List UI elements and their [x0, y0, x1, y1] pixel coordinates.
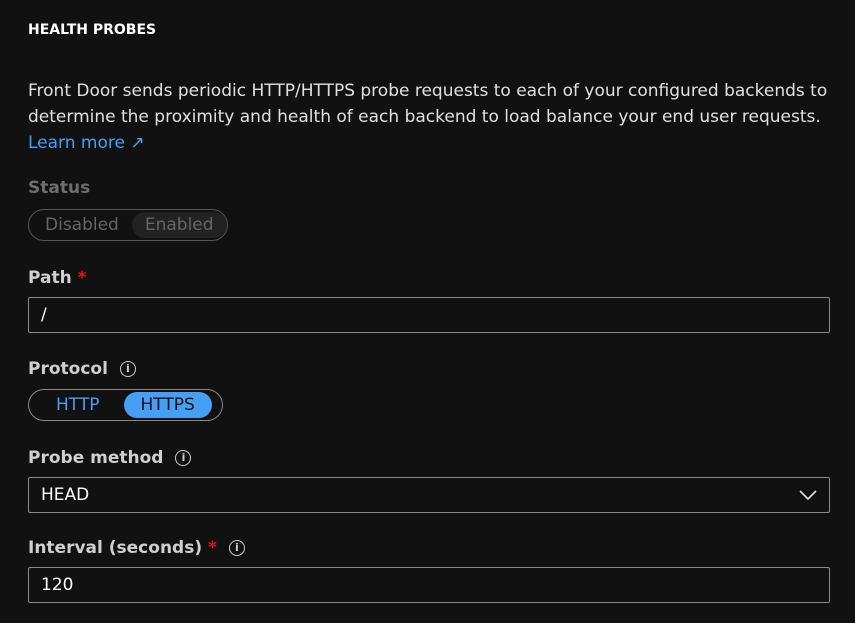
probe-method-select[interactable]: HEAD [28, 477, 830, 513]
path-input[interactable]: / [28, 297, 830, 333]
required-marker: * [208, 538, 217, 558]
interval-label: Interval (seconds) * i [28, 538, 245, 558]
probe-method-label: Probe method i [28, 448, 192, 468]
external-link-icon: ↗ [130, 133, 145, 153]
protocol-label: Protocol i [28, 359, 136, 379]
interval-input[interactable]: 120 [28, 567, 830, 603]
description-text: Front Door sends periodic HTTP/HTTPS pro… [28, 81, 828, 127]
chevron-down-icon [799, 490, 817, 501]
protocol-option-http[interactable]: HTTP [32, 392, 124, 418]
status-option-disabled[interactable]: Disabled [32, 212, 132, 238]
learn-more-link[interactable]: Learn more ↗ [28, 133, 145, 153]
status-toggle[interactable]: Disabled Enabled [28, 209, 228, 241]
learn-more-label: Learn more [28, 133, 125, 153]
interval-label-text: Interval (seconds) [28, 538, 203, 558]
info-icon[interactable]: i [175, 450, 192, 466]
protocol-label-text: Protocol [28, 359, 108, 379]
path-label: Path * [28, 268, 87, 288]
probe-method-label-text: Probe method [28, 448, 164, 468]
info-icon[interactable]: i [228, 540, 245, 556]
status-label: Status [28, 178, 91, 198]
path-label-text: Path [28, 268, 72, 288]
section-title: HEALTH PROBES [28, 22, 157, 38]
protocol-option-https[interactable]: HTTPS [123, 392, 212, 418]
probe-method-value: HEAD [41, 485, 90, 505]
protocol-toggle[interactable]: HTTP HTTPS [28, 389, 223, 421]
status-option-enabled[interactable]: Enabled [131, 212, 227, 238]
required-marker: * [77, 268, 87, 288]
info-icon[interactable]: i [119, 361, 136, 377]
description: Front Door sends periodic HTTP/HTTPS pro… [28, 78, 838, 156]
